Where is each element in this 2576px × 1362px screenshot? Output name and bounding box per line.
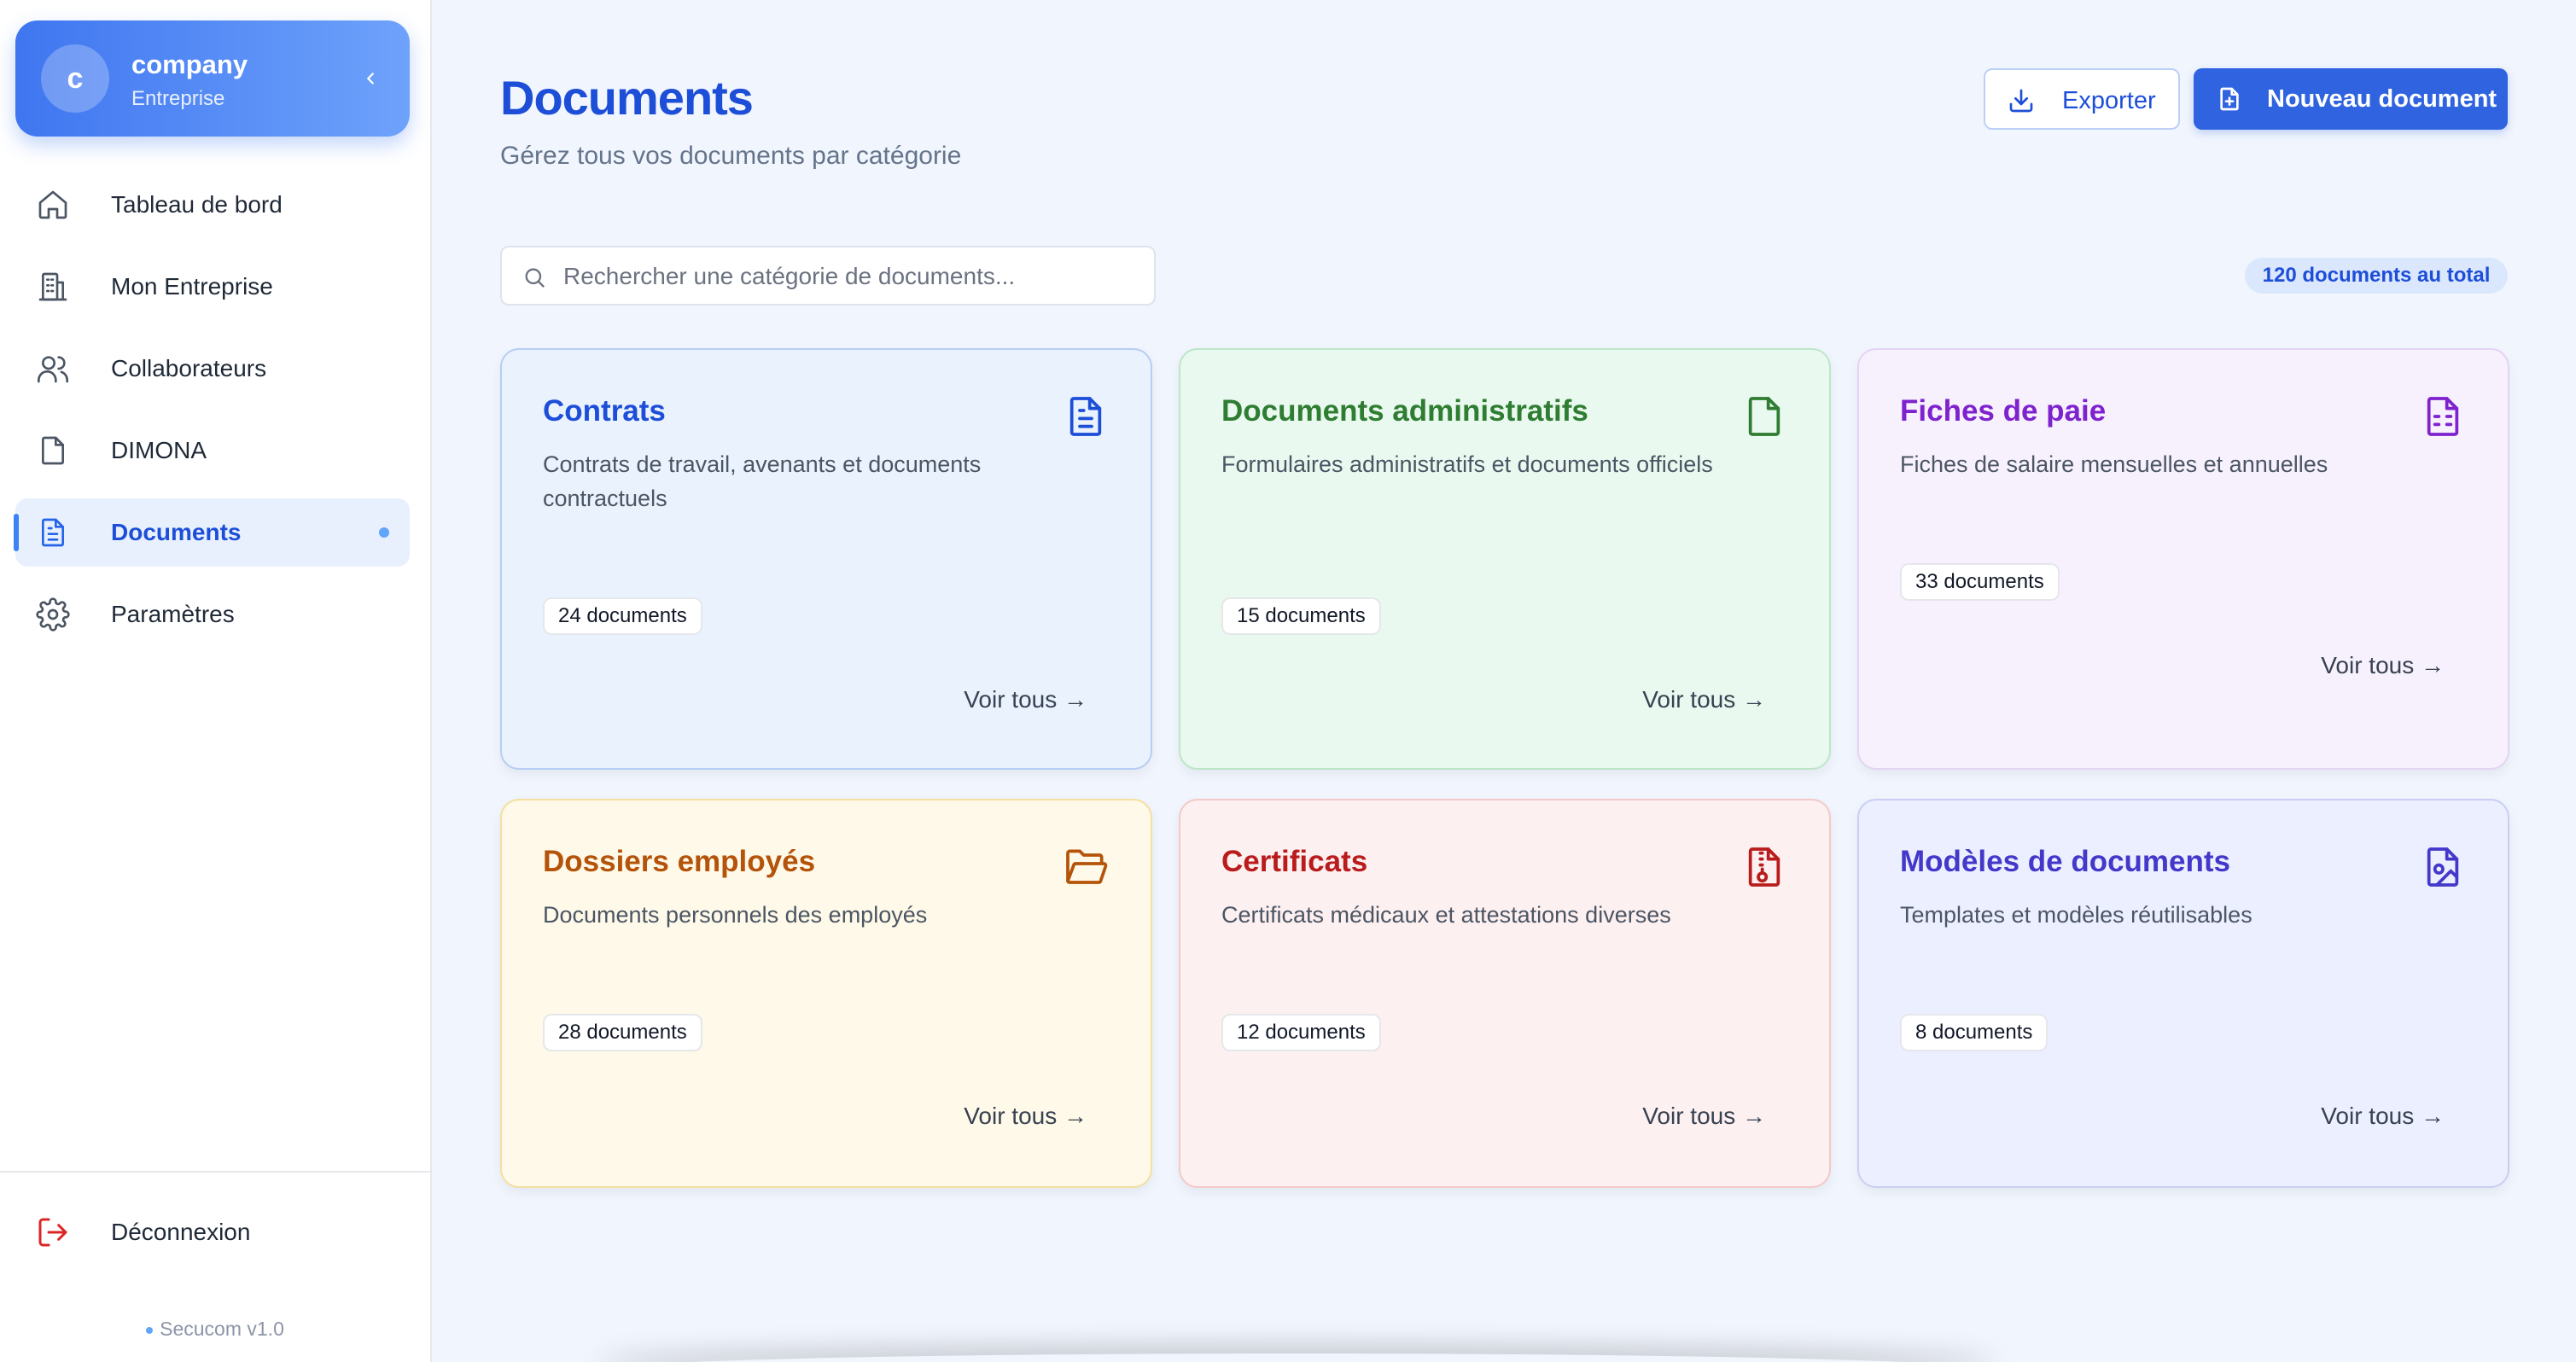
view-all-link[interactable]: Voir tous → <box>964 686 1087 713</box>
card-title: Documents administratifs <box>1221 394 1588 428</box>
sidebar-item-dashboard[interactable]: Tableau de bord <box>15 171 410 239</box>
active-indicator-dot <box>379 527 389 538</box>
file-plus-icon <box>2220 87 2239 111</box>
page-title: Documents <box>500 71 754 125</box>
logout-label: Déconnexion <box>111 1219 251 1245</box>
new-document-label: Nouveau document <box>2267 85 2497 113</box>
sidebar-item-collaborators[interactable]: Collaborateurs <box>15 335 410 403</box>
sidebar-item-label: Paramètres <box>111 601 235 627</box>
export-label: Exporter <box>2062 87 2156 114</box>
search-icon <box>525 268 545 288</box>
file-archive-icon <box>1748 847 1780 887</box>
document-count-badge: 28 documents <box>543 1014 702 1051</box>
company-switcher[interactable]: c company Entreprise <box>15 20 410 137</box>
document-count-badge: 24 documents <box>543 597 702 635</box>
file-text-icon <box>1069 397 1102 436</box>
category-card-fiches-de-paie[interactable]: Fiches de paie Fiches de salaire mensuel… <box>1857 348 2509 770</box>
sidebar-item-dimona[interactable]: DIMONA <box>15 416 410 485</box>
total-documents-badge: 120 documents au total <box>2245 258 2508 294</box>
app-version: Secucom v1.0 <box>0 1318 430 1341</box>
sidebar-item-label: Documents <box>111 519 242 545</box>
card-description: Templates et modèles réutilisables <box>1900 902 2253 928</box>
document-count-badge: 12 documents <box>1221 1014 1381 1051</box>
view-all-link[interactable]: Voir tous → <box>1642 1103 1766 1130</box>
sidebar-nav: Tableau de bord Mon Entreprise Collabora… <box>14 171 410 662</box>
document-count-badge: 8 documents <box>1900 1014 2049 1051</box>
sidebar-item-label: Tableau de bord <box>111 191 283 218</box>
logout-icon <box>38 1218 67 1247</box>
document-count-badge: 33 documents <box>1900 563 2060 601</box>
company-type: Entreprise <box>131 87 225 110</box>
company-avatar: c <box>41 44 109 113</box>
category-card-dossiers-employes[interactable]: Dossiers employés Documents personnels d… <box>500 799 1152 1188</box>
file-icon <box>1748 397 1780 436</box>
sidebar-item-label: Collaborateurs <box>111 355 267 381</box>
card-description: Documents personnels des employés <box>543 902 928 928</box>
card-title: Contrats <box>543 394 666 428</box>
sidebar-item-documents[interactable]: Documents <box>14 498 410 567</box>
card-title: Modèles de documents <box>1900 845 2231 878</box>
category-card-certificats[interactable]: Certificats Certificats médicaux et atte… <box>1179 799 1831 1188</box>
category-card-contrats[interactable]: Contrats Contrats de travail, avenants e… <box>500 348 1152 770</box>
collapse-sidebar-button[interactable] <box>353 61 388 96</box>
bottom-scroll-shadow <box>597 1353 1997 1362</box>
export-button[interactable]: Exporter <box>1984 68 2180 130</box>
company-name: company <box>131 49 248 79</box>
category-card-modeles[interactable]: Modèles de documents Templates et modèle… <box>1857 799 2509 1188</box>
sidebar-item-company[interactable]: Mon Entreprise <box>15 253 410 321</box>
card-title: Dossiers employés <box>543 845 816 878</box>
card-title: Certificats <box>1221 845 1368 878</box>
sidebar: c company Entreprise Tableau de bord Mon… <box>0 0 432 1362</box>
view-all-link[interactable]: Voir tous → <box>2321 652 2445 679</box>
version-text: Secucom v1.0 <box>160 1318 284 1340</box>
download-icon <box>2009 89 2033 113</box>
file-image-icon <box>2427 847 2459 887</box>
gear-icon <box>36 597 70 632</box>
new-document-button[interactable]: Nouveau document <box>2194 68 2508 130</box>
file-spreadsheet-icon <box>2427 397 2459 436</box>
file-icon <box>42 436 64 465</box>
view-all-link[interactable]: Voir tous → <box>2321 1103 2445 1130</box>
logout-button[interactable]: Déconnexion <box>15 1198 410 1266</box>
card-title: Fiches de paie <box>1900 394 2107 428</box>
folder-open-icon <box>1066 849 1108 884</box>
view-all-link[interactable]: Voir tous → <box>1642 686 1766 713</box>
version-dot <box>146 1326 154 1334</box>
sidebar-item-label: Mon Entreprise <box>111 273 273 300</box>
sidebar-item-label: DIMONA <box>111 437 207 463</box>
card-description: Formulaires administratifs et documents … <box>1221 451 1713 477</box>
card-description: Certificats médicaux et attestations div… <box>1221 902 1671 928</box>
document-count-badge: 15 documents <box>1221 597 1381 635</box>
sidebar-divider <box>0 1171 430 1173</box>
card-description: Contrats de travail, avenants et documen… <box>543 451 982 511</box>
page-subtitle: Gérez tous vos documents par catégorie <box>500 142 962 170</box>
search-input[interactable] <box>563 258 1144 295</box>
chevron-left-icon <box>367 73 374 84</box>
building-icon <box>38 272 67 301</box>
users-icon <box>38 356 69 383</box>
category-card-administratifs[interactable]: Documents administratifs Formulaires adm… <box>1179 348 1831 770</box>
card-description: Fiches de salaire mensuelles et annuelle… <box>1900 451 2328 477</box>
sidebar-item-settings[interactable]: Paramètres <box>15 580 410 649</box>
file-text-icon <box>42 518 64 547</box>
view-all-link[interactable]: Voir tous → <box>964 1103 1087 1130</box>
home-icon <box>38 190 67 219</box>
search-box <box>500 246 1156 306</box>
